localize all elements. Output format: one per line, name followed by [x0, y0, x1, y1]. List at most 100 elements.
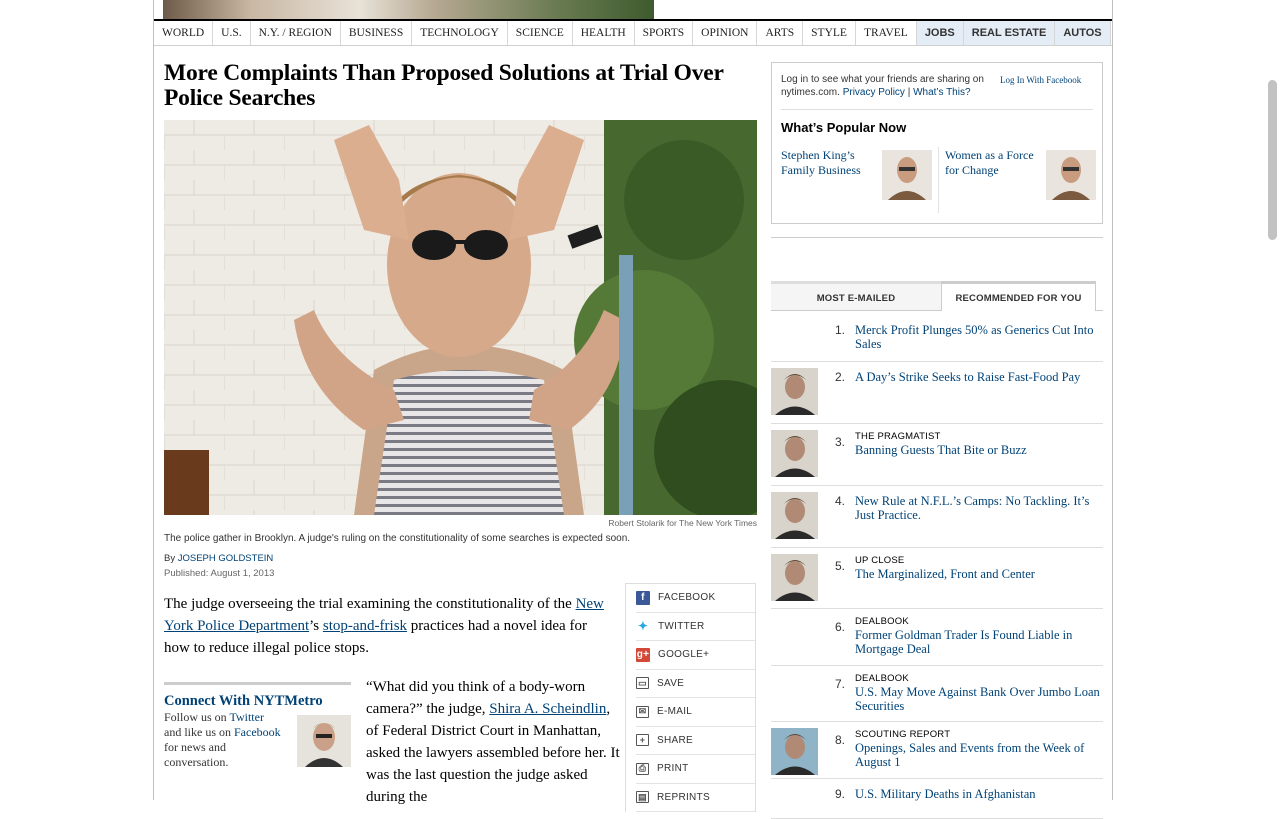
stop-and-frisk-link[interactable]: stop-and-frisk — [323, 618, 407, 634]
share-label: GOOGLE+ — [658, 649, 710, 661]
nav-item[interactable]: BUSINESS — [341, 21, 413, 45]
login-separator: | — [904, 87, 914, 98]
photo-credit: Robert Stolarik for The New York Times — [608, 518, 757, 528]
share-google-button[interactable]: g+ GOOGLE+ — [636, 641, 755, 670]
recommended-thumbnail[interactable] — [771, 554, 818, 601]
envelope-icon: ✉ — [636, 705, 649, 718]
recommended-thumbnail[interactable] — [771, 430, 818, 477]
connect-conversation-text: conversation. — [164, 755, 229, 769]
recommended-item[interactable]: 4. New Rule at N.F.L.’s Camps: No Tacklin… — [771, 486, 1103, 548]
recommended-item[interactable]: 6. DEALBOOK Former Goldman Trader Is Found… — [771, 609, 1103, 666]
whats-this-link[interactable]: What’s This? — [913, 87, 970, 98]
portrait-image — [771, 728, 818, 775]
recommended-kicker: UP CLOSE — [855, 555, 905, 566]
connect-text: Follow us on Twitter and like us on Face… — [164, 710, 294, 770]
byline: By JOSEPH GOLDSTEIN — [164, 553, 273, 564]
privacy-policy-link[interactable]: Privacy Policy — [843, 87, 905, 98]
share-print-button[interactable]: ⎙ PRINT — [636, 755, 755, 784]
recommended-thumbnail[interactable] — [771, 368, 818, 415]
recommended-thumbnail[interactable] — [771, 728, 818, 775]
popular-thumbnail[interactable] — [882, 150, 932, 200]
rank-number: 1. — [835, 323, 846, 337]
share-facebook-button[interactable]: f FACEBOOK — [636, 584, 755, 613]
nav-item[interactable]: N.Y. / REGION — [251, 21, 341, 45]
popular-divider — [938, 147, 939, 213]
recommended-item[interactable]: 3. THE PRAGMATIST Banning Guests That Bite… — [771, 424, 1103, 486]
folder-icon: ▭ — [636, 677, 649, 690]
popular-item-label[interactable]: Stephen King’s Family Business — [781, 148, 871, 178]
share-email-button[interactable]: ✉ E-MAIL — [636, 698, 755, 727]
rank-number: 7. — [835, 677, 846, 691]
recommended-title[interactable]: U.S. Military Deaths in Afghanistan — [855, 787, 1103, 801]
nav-item[interactable]: WORLD — [154, 21, 214, 45]
share-label: PRINT — [657, 763, 689, 775]
nav-item-highlight[interactable]: REAL ESTATE — [963, 21, 1056, 45]
nav-item[interactable]: U.S. — [213, 21, 251, 45]
nav-item[interactable]: SPORTS — [635, 21, 694, 45]
tab-recommended[interactable]: RECOMMENDED FOR YOU — [941, 281, 1096, 311]
facebook-login-box: Log in to see what your friends are shar… — [771, 62, 1103, 224]
rank-number: 4. — [835, 494, 846, 508]
scrollbar[interactable] — [1264, 0, 1280, 800]
p1-text-a: The judge overseeing the trial examining… — [164, 596, 576, 612]
sidebar-divider — [771, 237, 1103, 238]
share-reprints-button[interactable]: ▤ REPRINTS — [636, 784, 755, 812]
nav-item[interactable]: STYLE — [803, 21, 856, 45]
connect-thumbnail[interactable] — [297, 715, 351, 767]
recommended-item[interactable]: 1. Merck Profit Plunges 50% as Generics C… — [771, 311, 1103, 362]
recommended-item[interactable]: 5. UP CLOSE The Marginalized, Front and Ce… — [771, 548, 1103, 609]
recommended-kicker: DEALBOOK — [855, 673, 909, 684]
recommended-title[interactable]: A Day’s Strike Seeks to Raise Fast-Food … — [855, 370, 1103, 384]
recommended-item[interactable]: 9. U.S. Military Deaths in Afghanistan — [771, 779, 1103, 819]
scrollbar-thumb[interactable] — [1268, 80, 1277, 240]
share-label: REPRINTS — [657, 791, 710, 803]
rank-number: 9. — [835, 787, 846, 801]
facebook-login-button[interactable]: Log In With Facebook — [1000, 75, 1081, 85]
reprints-icon: ▤ — [636, 791, 649, 804]
share-save-button[interactable]: ▭ SAVE — [636, 670, 755, 698]
connect-like-text: and like us on — [164, 725, 234, 739]
recommended-item[interactable]: 7. DEALBOOK U.S. May Move Against Bank Ove… — [771, 666, 1103, 722]
rank-number: 8. — [835, 733, 846, 747]
nav-item[interactable]: TECHNOLOGY — [412, 21, 508, 45]
recommended-title[interactable]: Former Goldman Trader Is Found Liable in… — [855, 628, 1103, 656]
share-label: FACEBOOK — [658, 592, 716, 604]
nav-item-highlight[interactable]: JOBS — [916, 21, 964, 45]
recommended-item[interactable]: 8. SCOUTING REPORT Openings, Sales and Eve… — [771, 722, 1103, 779]
recommended-title[interactable]: U.S. May Move Against Bank Over Jumbo Lo… — [855, 685, 1103, 713]
recommended-title[interactable]: The Marginalized, Front and Center — [855, 567, 1103, 581]
login-text-a: Log in to see what your friends are shar… — [781, 74, 984, 85]
nav-item-highlight[interactable]: AUTOS — [1055, 21, 1111, 45]
share-tools: f FACEBOOK ✦ TWITTER g+ GOOGLE+ ▭ SAVE ✉ E-MAIL + S… — [625, 583, 756, 812]
photo-caption: The police gather in Brooklyn. A judge's… — [164, 533, 631, 544]
sidebar-tabs: MOST E-MAILED RECOMMENDED FOR YOU — [771, 273, 1103, 311]
popular-thumbnail[interactable] — [1046, 150, 1096, 200]
popular-title: What’s Popular Now — [781, 120, 907, 135]
portrait-image — [771, 554, 818, 601]
recommended-title[interactable]: Openings, Sales and Events from the Week… — [855, 741, 1103, 769]
twitter-link[interactable]: Twitter — [229, 710, 263, 724]
nav-item[interactable]: ARTS — [757, 21, 804, 45]
facebook-link[interactable]: Facebook — [234, 725, 281, 739]
nav-item[interactable]: SCIENCE — [508, 21, 573, 45]
recommended-title[interactable]: Banning Guests That Bite or Buzz — [855, 443, 1103, 457]
article-headline: More Complaints Than Proposed Solutions … — [164, 60, 724, 111]
recommended-title[interactable]: Merck Profit Plunges 50% as Generics Cut… — [855, 323, 1103, 351]
share-share-button[interactable]: + SHARE — [636, 727, 755, 755]
scheindlin-link[interactable]: Shira A. Scheindlin — [489, 701, 606, 717]
recommended-thumbnail[interactable] — [771, 492, 818, 539]
rank-number: 3. — [835, 435, 846, 449]
tab-most-emailed[interactable]: MOST E-MAILED — [771, 281, 941, 311]
recommended-item[interactable]: 2. A Day’s Strike Seeks to Raise Fast-Foo… — [771, 362, 1103, 424]
nav-item[interactable]: HEALTH — [573, 21, 635, 45]
login-text: Log in to see what your friends are shar… — [781, 73, 1011, 99]
recommended-title[interactable]: New Rule at N.F.L.’s Camps: No Tackling.… — [855, 494, 1103, 522]
recommended-list: 1. Merck Profit Plunges 50% as Generics C… — [771, 311, 1103, 819]
printer-icon: ⎙ — [636, 762, 649, 775]
nav-item[interactable]: TRAVEL — [856, 21, 917, 45]
connect-title[interactable]: Connect With NYTMetro — [164, 693, 351, 710]
nav-item[interactable]: OPINION — [693, 21, 758, 45]
popular-item-label[interactable]: Women as a Force for Change — [945, 148, 1035, 178]
share-twitter-button[interactable]: ✦ TWITTER — [636, 613, 755, 641]
author-link[interactable]: JOSEPH GOLDSTEIN — [178, 553, 274, 564]
